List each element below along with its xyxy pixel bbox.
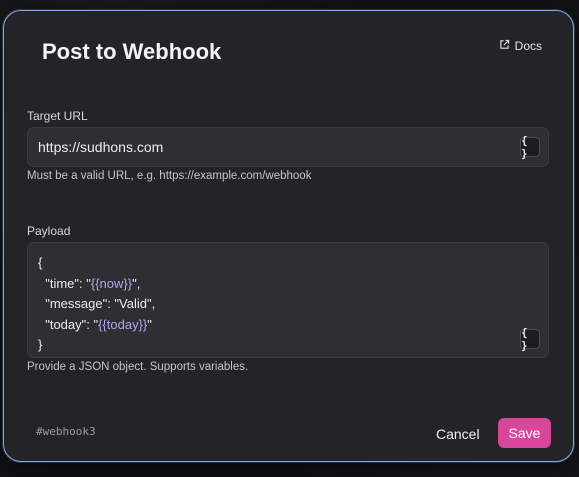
payload-label: Payload (27, 224, 71, 238)
variable-token: {{today}} (98, 316, 148, 332)
webhook-dialog: Post to Webhook Docs Target URL https://… (3, 10, 574, 462)
target-url-input[interactable]: https://sudhons.com { } (27, 127, 549, 167)
insert-variable-button[interactable]: { } (520, 134, 540, 160)
code-line: "message": "Valid", (38, 296, 156, 311)
docs-label: Docs (514, 39, 542, 53)
external-link-icon (499, 39, 510, 53)
save-button[interactable]: Save (498, 418, 551, 448)
payload-help: Provide a JSON object. Supports variable… (27, 361, 249, 373)
variable-token: {{now}} (90, 275, 133, 291)
target-url-value: https://sudhons.com (38, 139, 164, 155)
insert-variable-button[interactable]: { } (520, 326, 540, 352)
target-url-help: Must be a valid URL, e.g. https://exampl… (27, 170, 312, 182)
code-line: { (38, 255, 43, 270)
dialog-title: Post to Webhook (42, 39, 222, 64)
docs-link[interactable]: Docs (499, 39, 542, 53)
payload-editor[interactable]: { "time": "{{now}}", "message": "Valid",… (27, 242, 549, 358)
code-line: "today": "{{today}}" (38, 316, 152, 332)
code-line: } (38, 337, 43, 352)
target-url-label: Target URL (27, 109, 88, 123)
payload-code: { "time": "{{now}}", "message": "Valid",… (38, 253, 155, 356)
code-line: "time": "{{now}}", (38, 275, 141, 291)
node-id-tag: #webhook3 (36, 425, 96, 438)
cancel-button[interactable]: Cancel (428, 420, 488, 448)
